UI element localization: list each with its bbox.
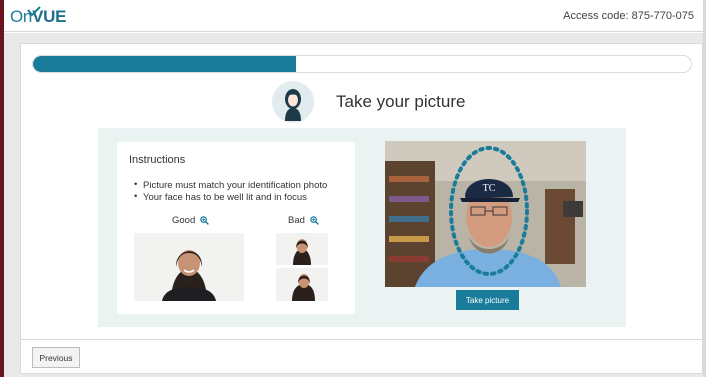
previous-button[interactable]: Previous [32,347,80,368]
logo-check-icon [27,6,41,16]
instruction-item: Your face has to be well lit and in focu… [134,191,307,203]
good-example-photo [134,233,244,301]
take-picture-button[interactable]: Take picture [456,290,519,310]
zoom-in-icon[interactable] [309,216,319,225]
camera-preview: TC [385,141,586,287]
progress-fill [33,56,297,72]
bad-example-photo [276,233,328,265]
good-label-text: Good [172,215,196,226]
instructions-title: Instructions [129,154,186,166]
person-avatar-icon [272,81,314,123]
zoom-in-icon[interactable] [200,216,209,225]
instruction-item: Picture must match your identification p… [134,179,327,191]
top-bar: OnVUE Access code: 875-770-075 [4,0,703,32]
good-examples-label: Good [172,215,209,226]
bad-example-photo [276,268,328,301]
progress-bar [32,55,692,73]
bad-label-text: Bad [288,215,305,226]
page-title: Take your picture [336,92,466,111]
svg-text:TC: TC [483,183,496,194]
bad-examples-label: Bad [288,215,319,226]
footer-divider [21,339,702,340]
access-code: Access code: 875-770-075 [563,10,694,22]
